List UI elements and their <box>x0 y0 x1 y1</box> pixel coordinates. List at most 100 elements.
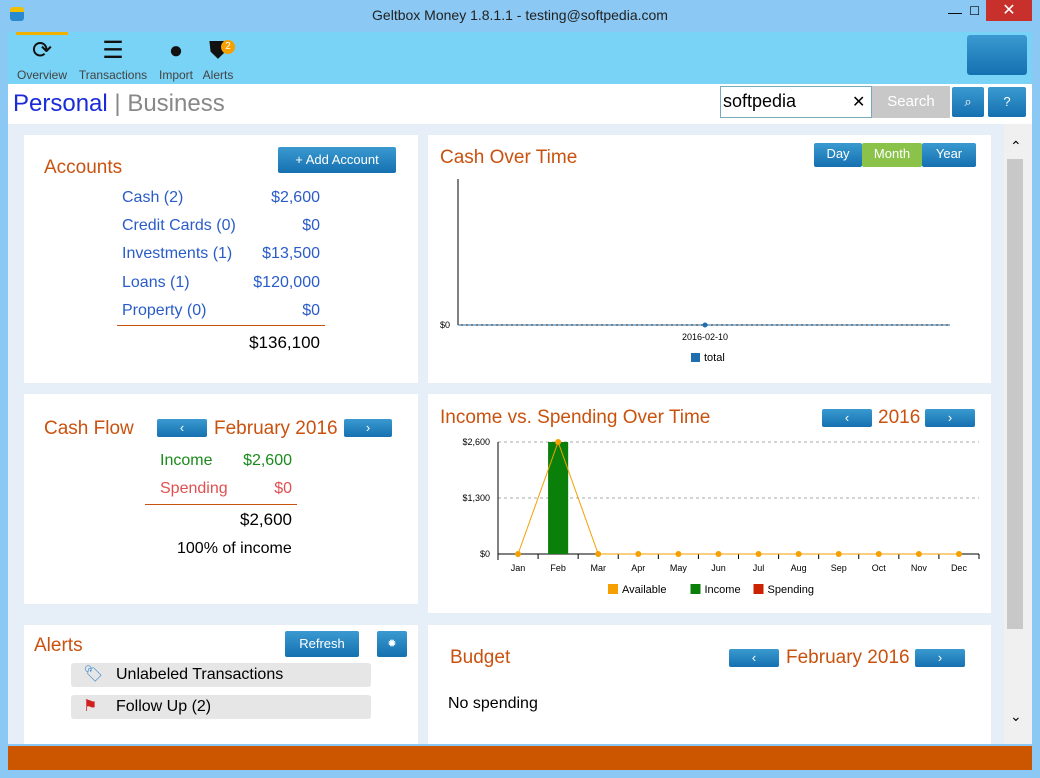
dashboard: Accounts + Add Account Cash (2) $2,600 Cr… <box>8 124 1032 744</box>
tag-icon: 🏷 <box>83 666 104 683</box>
x-tick-label: Oct <box>872 563 887 573</box>
tab-separator: | <box>114 90 121 117</box>
accounts-list: Cash (2) $2,600 Credit Cards (0) $0 Invest… <box>122 189 320 328</box>
x-tick-label: 2016-02-10 <box>682 332 728 342</box>
x-tick-label: May <box>670 563 688 573</box>
account-row[interactable]: Loans (1) $120,000 <box>122 274 320 302</box>
alerts-title: Alerts <box>34 635 83 656</box>
help-button[interactable]: ? <box>988 87 1026 117</box>
point-available <box>515 551 522 557</box>
legend-swatch <box>753 584 764 594</box>
alert-item-unlabeled[interactable]: 🏷 Unlabeled Transactions <box>71 663 371 687</box>
y-tick-label: $2,600 <box>462 437 490 447</box>
legend-label-total: total <box>704 352 725 364</box>
legend-swatch-total <box>691 353 700 362</box>
point-available <box>635 551 642 557</box>
search-button[interactable]: Search <box>872 86 950 118</box>
window-title: Geltbox Money 1.8.1.1 - testing@softpedi… <box>372 7 668 23</box>
scroll-down-icon[interactable]: ⌄ <box>1010 708 1022 725</box>
dollar-refresh-icon: ⟳ <box>31 37 53 64</box>
point-available <box>755 551 762 557</box>
cash-flow-panel: Cash Flow ‹ February 2016 › Income $2,60… <box>24 394 418 604</box>
prev-month-button[interactable]: ‹ <box>157 419 207 437</box>
range-month-button[interactable]: Month <box>862 143 922 167</box>
next-year-button[interactable]: › <box>925 409 975 427</box>
budget-next-button[interactable]: › <box>915 649 965 667</box>
range-day-button[interactable]: Day <box>814 143 862 167</box>
x-tick-label: Aug <box>791 563 807 573</box>
alert-item-follow-up[interactable]: ⚑ Follow Up (2) <box>71 695 371 719</box>
prev-year-button[interactable]: ‹ <box>822 409 872 427</box>
globe-icon: ● <box>168 37 184 64</box>
net-value: $2,600 <box>240 510 292 529</box>
clear-search-button[interactable]: ✕ <box>852 92 865 112</box>
scrollbar[interactable]: ⌃ ⌄ <box>1004 124 1032 744</box>
search-input[interactable]: softpedia <box>720 86 872 118</box>
flag-icon: ⚑ <box>83 698 98 715</box>
point-available <box>795 551 802 557</box>
legend-swatch <box>608 584 618 594</box>
tab-business[interactable]: Business <box>127 90 224 117</box>
point-available <box>915 551 922 557</box>
toolbar-alerts[interactable]: ⛊ Alerts 2 <box>200 34 236 82</box>
search-icon[interactable]: ⌕ <box>952 87 984 117</box>
budget-title: Budget <box>450 647 511 668</box>
x-tick-label: Nov <box>911 563 928 573</box>
next-month-button[interactable]: › <box>344 419 392 437</box>
title-bar: Geltbox Money 1.8.1.1 - testing@softpedi… <box>0 0 1040 32</box>
accounts-title: Accounts <box>44 157 123 178</box>
spending-value: $0 <box>274 480 292 497</box>
point-available <box>835 551 842 557</box>
y-tick-label: $0 <box>480 549 490 559</box>
x-tick-label: Mar <box>590 563 606 573</box>
budget-period: February 2016 <box>786 647 910 668</box>
logo-button[interactable] <box>967 35 1027 75</box>
add-account-button[interactable]: + Add Account <box>278 147 396 173</box>
maximize-button[interactable]: ☐ <box>969 4 980 18</box>
toolbar-overview[interactable]: ⟳ Overview <box>14 34 70 82</box>
legend-swatch <box>690 584 701 594</box>
x-tick-label: Apr <box>631 563 645 573</box>
cash-flow-title: Cash Flow <box>44 418 134 439</box>
scroll-thumb[interactable] <box>1007 159 1023 629</box>
bar-income <box>548 442 569 554</box>
gear-icon[interactable]: ✹ <box>377 631 407 657</box>
toolbar: ⟳ Overview ☰ Transactions ● Import ⛊ Alerts … <box>8 32 1032 84</box>
cash-over-time-chart: $0 2016-02-10 total <box>440 179 950 364</box>
scroll-up-icon[interactable]: ⌃ <box>1010 138 1022 155</box>
toolbar-import[interactable]: ● Import <box>156 34 196 82</box>
tab-personal[interactable]: Personal <box>13 90 108 117</box>
legend-label: Available <box>622 584 666 596</box>
x-tick-label: Jan <box>511 563 526 573</box>
x-tick-label: Jul <box>753 563 765 573</box>
net-divider <box>145 504 297 505</box>
refresh-button[interactable]: Refresh <box>285 631 359 657</box>
income-label: Income <box>160 452 213 469</box>
accounts-panel: Accounts + Add Account Cash (2) $2,600 Cr… <box>24 135 418 383</box>
accounts-total: $136,100 <box>249 333 320 352</box>
point-available <box>715 551 722 557</box>
account-row[interactable]: Cash (2) $2,600 <box>122 189 320 217</box>
alerts-panel: Alerts Refresh ✹ 🏷 Unlabeled Transactions… <box>24 625 418 744</box>
close-button[interactable]: ✕ <box>986 0 1032 21</box>
cash-over-time-title: Cash Over Time <box>440 147 578 168</box>
alerts-badge: 2 <box>221 40 235 54</box>
cash-over-time-panel: Cash Over Time Day Month Year $0 2016-02… <box>428 135 991 383</box>
income-value: $2,600 <box>243 452 292 469</box>
account-row[interactable]: Credit Cards (0) $0 <box>122 217 320 245</box>
cash-flow-period: February 2016 <box>214 418 338 439</box>
income-spending-title: Income vs. Spending Over Time <box>440 407 711 428</box>
account-row[interactable]: Investments (1) $13,500 <box>122 245 320 274</box>
range-year-button[interactable]: Year <box>922 143 976 167</box>
budget-panel: Budget ‹ February 2016 › No spending <box>428 625 991 744</box>
total-divider <box>117 325 325 326</box>
budget-prev-button[interactable]: ‹ <box>729 649 779 667</box>
toolbar-transactions[interactable]: ☰ Transactions <box>76 34 150 82</box>
minimize-button[interactable]: — <box>948 4 962 20</box>
legend-label: Income <box>705 584 741 596</box>
legend-label: Spending <box>768 584 815 596</box>
spending-label: Spending <box>160 480 228 497</box>
x-tick-label: Jun <box>711 563 726 573</box>
y-tick-label: $1,300 <box>462 493 490 503</box>
point-available <box>595 551 602 557</box>
